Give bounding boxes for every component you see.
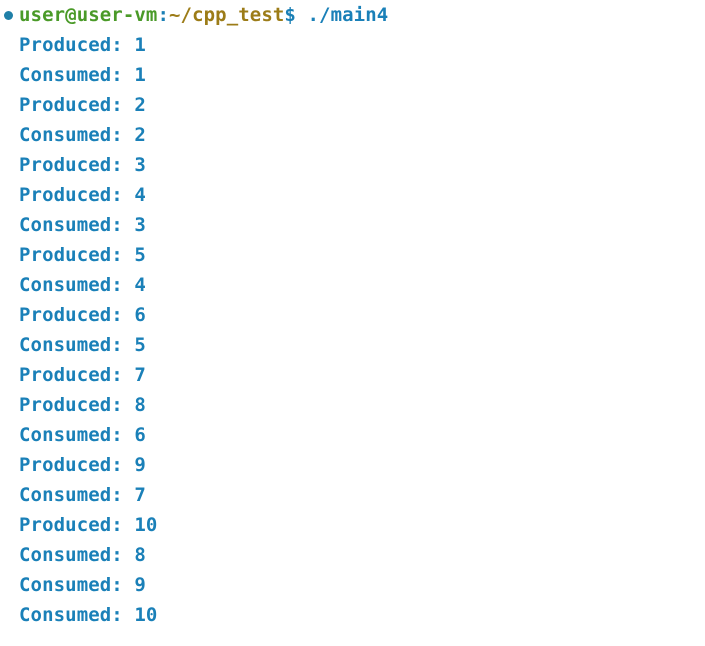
prompt-user-host: user@user-vm bbox=[19, 4, 158, 26]
terminal-output-line: Produced: 6 bbox=[19, 304, 146, 326]
terminal-output-line: Produced: 2 bbox=[19, 94, 146, 116]
prompt-command-text: ./main4 bbox=[307, 4, 389, 26]
terminal-output-line: Produced: 1 bbox=[19, 34, 146, 56]
terminal-output-line: Produced: 3 bbox=[19, 154, 146, 176]
terminal-output-line: Consumed: 5 bbox=[19, 334, 146, 356]
terminal-prompt-line: user@user-vm: ~/cpp_test $ ./main4 bbox=[0, 0, 705, 30]
terminal-output-line: Consumed: 10 bbox=[19, 604, 158, 626]
terminal-output-line: Consumed: 7 bbox=[19, 484, 146, 506]
terminal-output-line: Produced: 8 bbox=[19, 394, 146, 416]
prompt-command bbox=[296, 0, 308, 30]
terminal-output-line: Produced: 10 bbox=[19, 514, 158, 536]
terminal-output-line: Consumed: 9 bbox=[19, 574, 146, 596]
terminal-output-line: Produced: 7 bbox=[19, 364, 146, 386]
terminal-output-line: Consumed: 3 bbox=[19, 214, 146, 236]
terminal-output-line: Consumed: 2 bbox=[19, 124, 146, 146]
terminal-output-line: Consumed: 1 bbox=[19, 64, 146, 86]
terminal-output-line: Produced: 5 bbox=[19, 244, 146, 266]
bullet-marker-icon bbox=[4, 10, 13, 20]
prompt-path: ~/cpp_test bbox=[169, 4, 285, 26]
terminal-output-line: Produced: 9 bbox=[19, 454, 146, 476]
prompt-separator: : bbox=[157, 4, 170, 26]
terminal-output-lines: Produced: 1 Consumed: 1 Produced: 2 Consume… bbox=[0, 30, 705, 630]
terminal-output-line: Consumed: 6 bbox=[19, 424, 146, 446]
terminal-output-line: Consumed: 8 bbox=[19, 544, 146, 566]
terminal-output-pane: user@user-vm: ~/cpp_test $ ./main4 Produce… bbox=[0, 0, 705, 646]
terminal-output-line: Consumed: 4 bbox=[19, 274, 146, 296]
terminal-output-line: Produced: 4 bbox=[19, 184, 146, 206]
prompt-sigil: $ bbox=[284, 4, 296, 26]
